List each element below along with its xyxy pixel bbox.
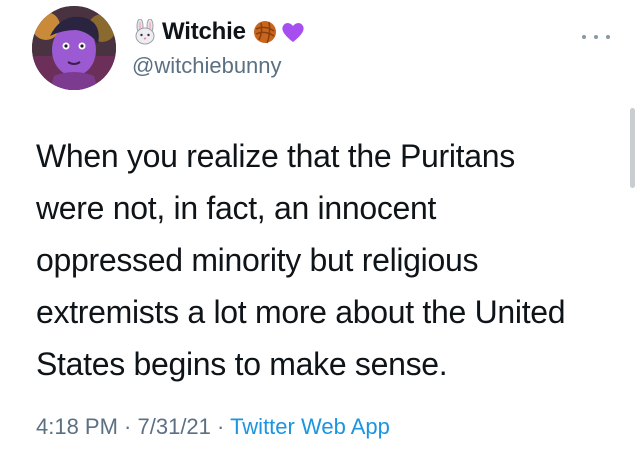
tweet-source-link[interactable]: Twitter Web App: [230, 414, 390, 439]
tweet-text-line: oppressed minority but religious: [36, 242, 479, 278]
user-handle[interactable]: @witchiebunny: [132, 52, 306, 80]
tweet-time[interactable]: 4:18 PM: [36, 414, 118, 439]
name-row: Witchie: [132, 14, 306, 50]
purple-heart-icon: [282, 23, 304, 42]
more-dot-icon: [582, 35, 586, 39]
yarn-ball-icon: [253, 21, 276, 44]
meta-separator: ·: [210, 414, 231, 439]
tweet-card: Witchie @witchiebunny When you realize t…: [0, 0, 640, 458]
tweet-text-line: were not, in fact, an innocent: [36, 190, 437, 226]
tweet-date[interactable]: 7/31/21: [138, 414, 211, 439]
meta-separator: ·: [117, 414, 138, 439]
more-options-button[interactable]: [582, 30, 610, 44]
avatar[interactable]: [32, 6, 116, 90]
more-dot-icon: [594, 35, 598, 39]
author-info[interactable]: Witchie @witchiebunny: [132, 14, 306, 78]
display-name[interactable]: Witchie: [162, 18, 246, 46]
tweet-text: When you realize that the Puritans were …: [36, 130, 626, 390]
tweet-text-line: extremists a lot more about the United: [36, 294, 566, 330]
rabbit-face-icon: [135, 19, 155, 45]
tweet-meta: 4:18 PM · 7/31/21 · Twitter Web App: [36, 412, 390, 442]
tweet-text-line: When you realize that the Puritans: [36, 138, 515, 174]
scrollbar[interactable]: [630, 108, 635, 188]
tweet-text-line: States begins to make sense.: [36, 346, 448, 382]
more-dot-icon: [606, 35, 610, 39]
